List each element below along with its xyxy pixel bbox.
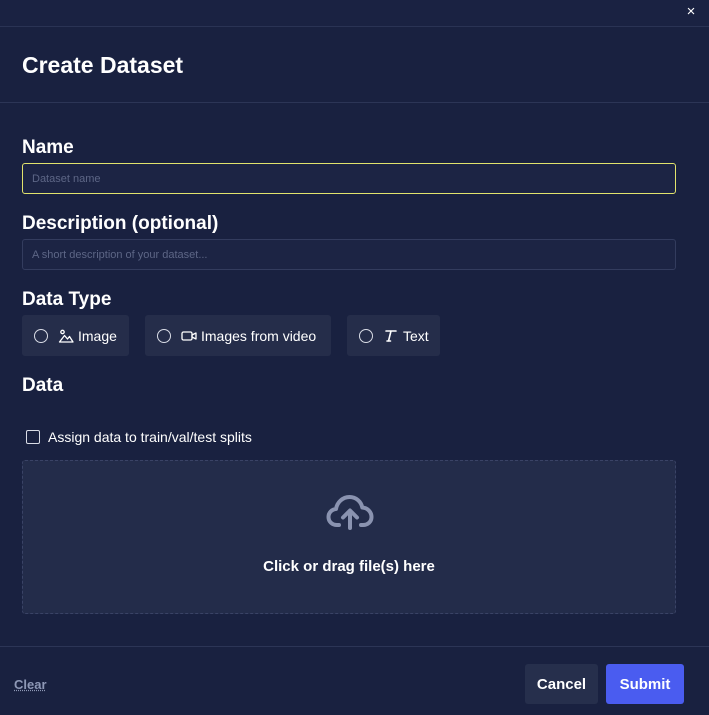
image-icon — [58, 328, 74, 344]
dropzone-text: Click or drag file(s) here — [263, 558, 435, 575]
dataset-name-input[interactable] — [22, 163, 676, 194]
split-checkbox-label: Assign data to train/val/test splits — [48, 429, 252, 445]
data-type-option-label: Images from video — [201, 327, 317, 344]
radio-circle[interactable] — [34, 328, 48, 343]
clear-link[interactable]: Clear — [14, 677, 47, 692]
file-dropzone[interactable]: Click or drag file(s) here — [22, 460, 676, 614]
radio-circle[interactable] — [359, 328, 373, 343]
video-icon — [181, 328, 197, 344]
dialog-title: Create Dataset — [22, 52, 184, 78]
dialog-top-bar: × — [0, 0, 709, 27]
data-type-option-image[interactable]: Image — [22, 315, 129, 356]
radio-circle[interactable] — [157, 328, 171, 343]
dataset-description-input[interactable] — [22, 239, 676, 270]
data-label: Data — [22, 375, 64, 396]
data-type-option-video[interactable]: Images from video — [145, 315, 331, 356]
data-type-option-text[interactable]: Text — [347, 315, 440, 356]
data-type-label: Data Type — [22, 289, 112, 310]
split-checkbox[interactable] — [26, 430, 40, 444]
data-type-option-label: Image — [78, 327, 117, 344]
text-icon — [383, 328, 399, 344]
cancel-button[interactable]: Cancel — [525, 664, 598, 704]
dialog-footer: Clear Cancel Submit — [0, 646, 709, 715]
cloud-upload-icon — [326, 495, 374, 530]
data-type-option-label: Text — [403, 327, 429, 344]
name-label: Name — [22, 137, 74, 158]
dialog-header: Create Dataset — [0, 27, 709, 103]
split-checkbox-row[interactable]: Assign data to train/val/test splits — [26, 429, 252, 445]
close-icon[interactable]: × — [683, 2, 699, 20]
submit-button[interactable]: Submit — [606, 664, 684, 704]
description-label: Description (optional) — [22, 213, 219, 234]
